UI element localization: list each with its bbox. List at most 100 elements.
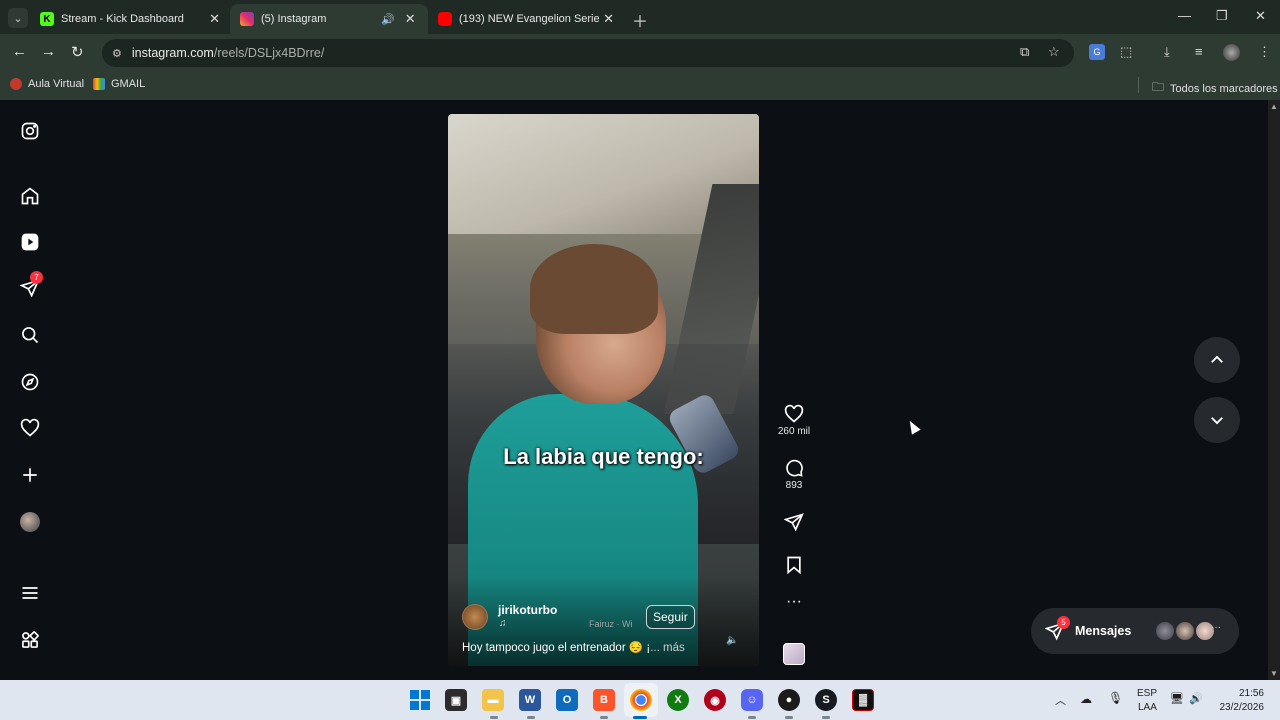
word-icon[interactable]: W — [519, 689, 541, 711]
obs-icon[interactable]: ● — [778, 689, 800, 711]
audio-thumbnail[interactable] — [783, 643, 805, 665]
more-dots-icon[interactable]: ··· — [774, 594, 814, 610]
also-from-meta-icon[interactable] — [19, 629, 41, 651]
more-options-action[interactable]: ··· — [774, 594, 814, 610]
discord-icon[interactable]: ☺ — [741, 689, 763, 711]
tab-title: Stream - Kick Dashboard — [61, 13, 184, 25]
url-text[interactable]: instagram.com/reels/DSLjx4BDrre/ — [132, 46, 324, 60]
next-reel-button[interactable] — [1194, 397, 1240, 443]
clock[interactable]: 21:56 23/2/2026 — [1216, 688, 1265, 713]
site-info-icon[interactable]: ⚙ — [112, 47, 122, 60]
windows-start-icon[interactable] — [409, 689, 431, 711]
reels-icon[interactable] — [19, 231, 41, 253]
bookmark-gmail[interactable]: GMAIL — [93, 78, 145, 90]
share-action[interactable] — [774, 512, 814, 532]
maximize-window-button[interactable]: ❐ — [1216, 8, 1228, 24]
mouse-cursor — [905, 418, 921, 435]
youtube-favicon-icon — [438, 12, 452, 26]
like-action[interactable]: 260 mil — [774, 404, 814, 437]
keyboard-layout: LAA — [1138, 702, 1157, 713]
search-icon[interactable] — [19, 324, 41, 346]
messages-notification-badge: 7 — [30, 271, 43, 284]
microphone-icon[interactable]: 🎙 — [1108, 691, 1123, 705]
bookmark-star-icon[interactable]: ☆ — [1048, 44, 1060, 60]
save-bookmark-icon[interactable] — [774, 555, 814, 575]
browser-tab-strip: ⌄ K Stream - Kick Dashboard ✕ (5) Instag… — [0, 0, 1280, 34]
comment-action[interactable]: 893 — [774, 458, 814, 491]
onedrive-icon[interactable]: ☁ — [1080, 692, 1092, 706]
forward-button[interactable]: → — [41, 43, 56, 60]
volume-icon[interactable]: 🔈 — [726, 635, 738, 646]
task-view-icon[interactable]: ▣ — [445, 689, 467, 711]
tab-search-button[interactable]: ⌄ — [8, 8, 28, 28]
show-hidden-icons-chevron-icon[interactable]: ︿ — [1055, 692, 1066, 708]
install-app-icon[interactable]: ⧉ — [1020, 44, 1029, 60]
bookmark-aula-virtual[interactable]: Aula Virtual — [10, 78, 84, 90]
scroll-up-arrow-icon[interactable]: ▲ — [1270, 102, 1278, 111]
tab-instagram[interactable]: (5) Instagram 🔊 ✕ — [230, 4, 428, 34]
chrome-profile-avatar[interactable] — [1223, 44, 1240, 61]
aula-virtual-icon — [10, 78, 22, 90]
comment-bubble-icon[interactable] — [774, 458, 814, 478]
like-heart-icon[interactable] — [774, 404, 814, 424]
game-launcher-icon[interactable]: ◉ — [704, 689, 726, 711]
reel-description[interactable]: Hoy tampoco jugo el entrenador 😔 ¡... má… — [462, 640, 685, 654]
all-bookmarks-folder[interactable]: 🗀 Todos los marcadores — [1152, 78, 1278, 99]
language-code: ESP — [1137, 688, 1158, 699]
profile-avatar[interactable] — [19, 511, 41, 533]
running-indicator — [527, 716, 535, 719]
back-button[interactable]: ← — [12, 43, 27, 60]
contact-avatar — [1175, 621, 1195, 641]
scroll-down-arrow-icon[interactable]: ▼ — [1270, 669, 1278, 678]
page-scrollbar[interactable]: ▲ ▼ — [1268, 100, 1280, 680]
close-window-button[interactable]: ✕ — [1255, 8, 1266, 24]
input-language[interactable]: ESP LAA — [1137, 688, 1157, 713]
create-plus-icon[interactable] — [19, 464, 41, 486]
reload-button[interactable]: ↻ — [71, 43, 84, 61]
media-controls-icon[interactable]: ≡ — [1195, 44, 1203, 59]
home-icon[interactable] — [19, 185, 41, 207]
explore-icon[interactable] — [19, 371, 41, 393]
chrome-menu-icon[interactable]: ⋮ — [1258, 44, 1271, 60]
save-action[interactable] — [774, 555, 814, 575]
close-tab-icon[interactable]: ✕ — [209, 11, 220, 27]
follow-button[interactable]: Seguir — [646, 605, 695, 629]
outlook-icon[interactable]: O — [556, 689, 578, 711]
tab-audio-icon[interactable]: 🔊 — [381, 13, 395, 26]
translate-extension-icon[interactable]: G — [1089, 44, 1105, 60]
extensions-icon[interactable]: ⬚ — [1120, 44, 1132, 60]
messages-floating-button[interactable]: 5 Mensajes ··· — [1031, 608, 1239, 654]
like-count: 260 mil — [777, 426, 811, 437]
minimize-window-button[interactable]: — — [1178, 8, 1191, 23]
close-tab-icon[interactable]: ✕ — [603, 11, 614, 27]
network-icon[interactable]: 🖥 — [1170, 692, 1184, 705]
downloads-icon[interactable]: ⤓ — [1164, 44, 1170, 60]
author-avatar[interactable] — [462, 604, 488, 630]
notifications-heart-icon[interactable] — [19, 417, 41, 439]
previous-reel-button[interactable] — [1194, 337, 1240, 383]
dark-app-icon[interactable]: ▓ — [852, 689, 874, 711]
steam-icon[interactable]: S — [815, 689, 837, 711]
close-tab-icon[interactable]: ✕ — [405, 11, 416, 27]
all-bookmarks-label: Todos los marcadores — [1170, 82, 1278, 95]
windows-taskbar: ▣ ▬ W O B X ◉ ☺ ● S ▓ ︿ ☁ 🎙 ESP LAA 🖥 🔊 … — [0, 680, 1280, 720]
author-username[interactable]: jirikoturbo — [498, 603, 557, 617]
menu-icon[interactable] — [19, 582, 41, 604]
chrome-taskbar-icon[interactable] — [630, 689, 652, 711]
xbox-icon[interactable]: X — [667, 689, 689, 711]
see-more-link[interactable]: ... más — [650, 642, 685, 654]
new-tab-button[interactable]: ＋ — [632, 8, 648, 32]
contact-avatar — [1155, 621, 1175, 641]
address-bar[interactable]: ⚙ instagram.com/reels/DSLjx4BDrre/ — [102, 39, 1074, 67]
instagram-logo-icon[interactable] — [19, 120, 41, 142]
tab-kick-dashboard[interactable]: K Stream - Kick Dashboard ✕ — [30, 4, 230, 34]
brave-browser-icon[interactable]: B — [593, 689, 615, 711]
tab-youtube-evangelion[interactable]: (193) NEW Evangelion Series An ✕ — [428, 4, 624, 34]
volume-tray-icon[interactable]: 🔊 — [1189, 692, 1203, 705]
reel-video[interactable]: La labia que tengo: jirikoturbo ♫ Fairuz… — [448, 114, 759, 666]
direct-messages-icon[interactable]: 7 — [19, 271, 43, 299]
audio-track-label[interactable]: Fairuz · Wi — [589, 619, 633, 629]
share-paper-plane-icon[interactable] — [774, 512, 814, 532]
folder-icon: 🗀 — [1152, 80, 1165, 94]
file-explorer-icon[interactable]: ▬ — [482, 689, 504, 711]
